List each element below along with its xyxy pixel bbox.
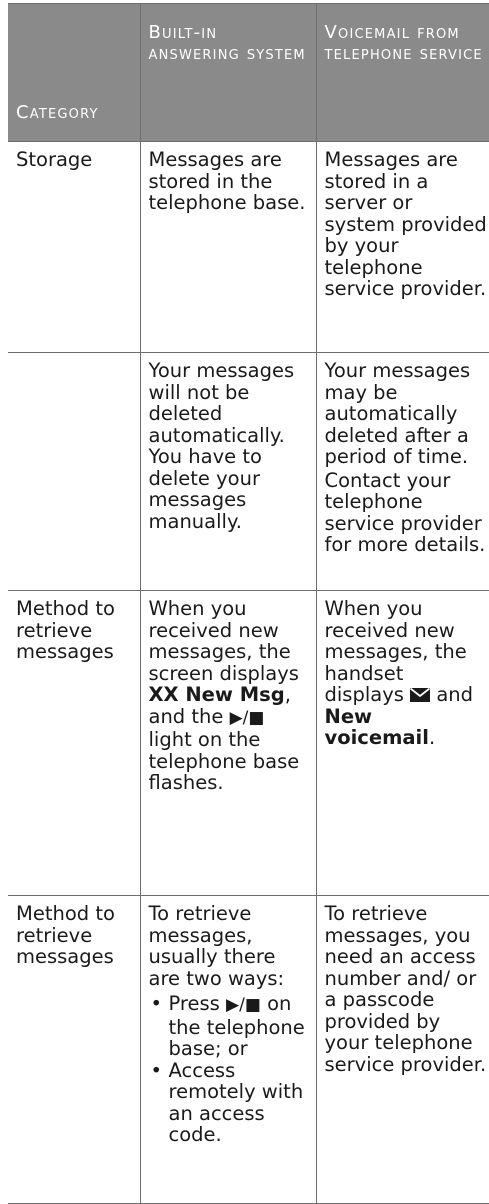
table-row: Your messages will not be deleted automa… <box>8 352 489 591</box>
category-cell: Storage <box>8 141 141 353</box>
table-row: Method to retrieve messages When you rec… <box>8 590 489 896</box>
builtin-cell: When you received new messages, the scre… <box>139 590 317 896</box>
voicemail-deletion-text: Your messages may be automatically delet… <box>324 359 471 468</box>
bullet-text-pre: Press <box>168 992 220 1015</box>
voicemail-cell: Your messages may be automatically delet… <box>315 352 489 591</box>
bullet-text: Access remotely with an access code. <box>168 1058 304 1146</box>
header-voicemail: Voicemail from telephone service <box>315 3 489 142</box>
category-cell: Method to retrieve messages <box>8 895 141 1204</box>
builtin-text-post: light on the telephone base flashes. <box>148 728 300 794</box>
voicemail-period: . <box>428 726 436 749</box>
category-cell: Method to retrieve messages <box>8 590 141 896</box>
header-category: Category <box>8 3 141 142</box>
builtin-cell: Messages are stored in the telephone bas… <box>139 141 317 353</box>
new-voicemail-text: New voicemail <box>324 704 429 749</box>
builtin-text-pre: When you received new messages, the scre… <box>148 597 299 685</box>
builtin-intro-text: To retrieve messages, usually there are … <box>148 902 285 990</box>
builtin-cell: To retrieve messages, usually there are … <box>139 895 317 1204</box>
bullet-icon: • <box>150 1058 163 1082</box>
list-item: • Access remotely with an access code. <box>149 1058 308 1146</box>
comparison-table: Category Built-in answering system Voice… <box>8 3 489 1204</box>
voicemail-contact-text: Contact your telephone service provider … <box>324 468 486 556</box>
voicemail-cell: Messages are stored in a server or syste… <box>315 141 489 353</box>
header-row: Category Built-in answering system Voice… <box>8 3 489 142</box>
voicemail-cell: To retrieve messages, you need an access… <box>315 895 489 1204</box>
voicemail-cell: When you received new messages, the hand… <box>315 590 489 896</box>
screen-message-text: XX New Msg <box>148 683 285 706</box>
play-stop-icon: ▶/■ <box>229 707 265 728</box>
header-builtin: Built-in answering system <box>139 3 317 142</box>
play-stop-icon: ▶/■ <box>226 995 261 1015</box>
list-item: • Press ▶/■ on the telephone base; or <box>149 993 308 1060</box>
envelope-icon <box>410 688 431 702</box>
voicemail-and-text: and <box>436 683 473 706</box>
table-row: Method to retrieve messages To retrieve … <box>8 895 489 1204</box>
category-cell <box>8 352 141 591</box>
bullet-icon: • <box>150 992 163 1015</box>
builtin-cell: Your messages will not be deleted automa… <box>139 352 317 591</box>
table-row: Storage Messages are stored in the telep… <box>8 141 489 353</box>
